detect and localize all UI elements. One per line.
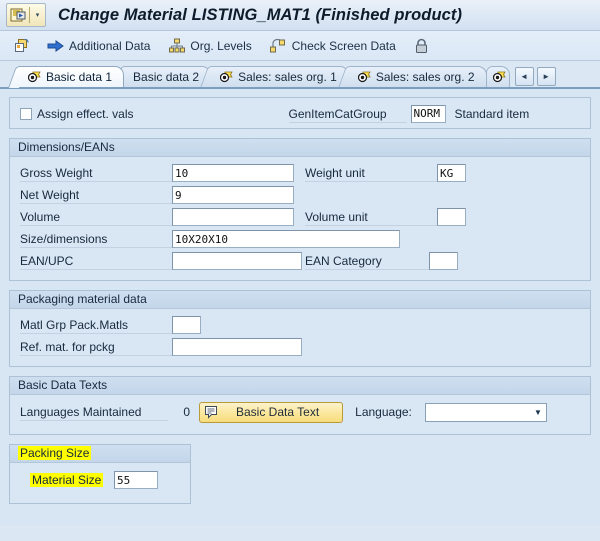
ref-mat-for-pckg-input[interactable] <box>172 338 302 356</box>
sap-menu-icon <box>8 6 28 24</box>
row-size-dimensions: Size/dimensions <box>20 228 580 250</box>
ean-upc-label: EAN/UPC <box>20 252 172 270</box>
title-bar: ▾ Change Material LISTING_MAT1 (Finished… <box>0 0 600 31</box>
panel-packing-size: Packing Size Material Size <box>9 444 191 504</box>
toolbar-label-additional-data: Additional Data <box>69 38 151 53</box>
toolbar-item-org-levels[interactable]: Org. Levels <box>162 33 257 59</box>
material-size-input[interactable] <box>114 471 158 489</box>
languages-maintained-label: Languages Maintained <box>20 403 168 421</box>
tab-label-sales-sales-org-2: Sales: sales org. 2 <box>375 70 475 84</box>
lock-icon <box>413 37 430 54</box>
tab-basic-data-2[interactable]: Basic data 2 <box>123 66 212 87</box>
weight-unit-input[interactable] <box>437 164 466 182</box>
tab-scroll-controls: ◄ ► <box>514 67 556 87</box>
system-menu-divider <box>29 7 30 23</box>
toolbar-label-org-levels: Org. Levels <box>190 38 252 53</box>
row-ref-mat-for-pckg: Ref. mat. for pckg <box>20 336 580 358</box>
volume-input[interactable] <box>172 208 294 226</box>
system-menu-button[interactable]: ▾ <box>6 3 46 27</box>
size-dimensions-label: Size/dimensions <box>20 230 172 248</box>
row-material-size: Material Size <box>20 469 180 491</box>
row-net-weight: Net Weight <box>20 184 580 206</box>
panel-basic-data-texts: Basic Data Texts Languages Maintained 0 … <box>9 376 591 435</box>
tab-sales-sales-org-2[interactable]: Sales: sales org. 2 <box>347 66 487 87</box>
ean-category-label: EAN Category <box>305 252 429 270</box>
panel-title-dimensions-eans: Dimensions/EANs <box>10 139 590 157</box>
tab-next-partial[interactable] <box>485 66 510 87</box>
toolbar-item-check-screen-data[interactable]: Check Screen Data <box>264 33 402 59</box>
pencil-tab-icon <box>220 71 234 84</box>
row-volume: Volume Volume unit <box>20 206 580 228</box>
gen-item-cat-group-input[interactable] <box>410 104 446 123</box>
pencil-tab-icon <box>28 71 42 84</box>
material-size-label-highlight: Material Size <box>30 473 104 487</box>
panel-title-basic-data-texts: Basic Data Texts <box>10 377 590 395</box>
gen-item-cat-group-text: Standard item <box>454 106 530 121</box>
panel-title-packing-size: Packing Size <box>10 445 190 463</box>
assign-effect-vals-checkbox[interactable] <box>20 107 32 120</box>
panel-body-dimensions-eans: Gross Weight Weight unit Net Weight Volu… <box>10 157 590 280</box>
material-size-label: Material Size <box>20 471 114 489</box>
panel-body-basic-data-texts: Languages Maintained 0 Basic Data Text L… <box>10 395 590 434</box>
panel-body-packing-size: Material Size <box>10 463 190 503</box>
panel-title-packaging-material-data: Packaging material data <box>10 291 590 309</box>
pencil-tab-icon <box>492 71 507 84</box>
arrow-right-icon <box>47 37 64 54</box>
panel-body-packaging-material-data: Matl Grp Pack.Matls Ref. mat. for pckg <box>10 309 590 366</box>
weight-unit-label: Weight unit <box>305 164 437 182</box>
org-levels-icon <box>168 37 185 54</box>
tab-label-basic-data-2: Basic data 2 <box>133 70 200 84</box>
panel-general: Assign effect. vals GenItemCatGroup Stan… <box>9 97 591 129</box>
language-dropdown[interactable]: ▼ <box>424 402 547 422</box>
panel-dimensions-eans: Dimensions/EANs Gross Weight Weight unit… <box>9 138 591 281</box>
volume-label: Volume <box>20 208 172 226</box>
toolbar-label-check-screen-data: Check Screen Data <box>291 38 396 53</box>
chevron-down-icon[interactable]: ▾ <box>31 6 44 24</box>
row-languages-maintained: Languages Maintained 0 Basic Data Text L… <box>20 400 580 424</box>
row-matl-grp-pack-matls: Matl Grp Pack.Matls <box>20 314 580 336</box>
matl-grp-pack-matls-input[interactable] <box>172 316 201 334</box>
form-content: Assign effect. vals GenItemCatGroup Stan… <box>0 87 600 525</box>
toolbar-lock-button[interactable] <box>408 33 435 59</box>
tab-strip: Basic data 1 Basic data 2 Sales: sales o… <box>0 65 600 87</box>
language-label: Language: <box>355 405 412 419</box>
volume-unit-label: Volume unit <box>305 208 437 226</box>
toolbar-copy-button[interactable] <box>8 33 35 59</box>
chevron-down-icon[interactable]: ▼ <box>534 408 542 417</box>
languages-maintained-value: 0 <box>183 405 190 419</box>
toolbar-item-additional-data[interactable]: Additional Data <box>41 33 156 59</box>
check-screen-icon <box>270 37 287 54</box>
tab-scroll-left-button[interactable]: ◄ <box>514 67 534 86</box>
row-ean-upc: EAN/UPC EAN Category <box>20 250 580 272</box>
basic-data-text-button-label: Basic Data Text <box>236 405 320 419</box>
basic-data-text-button[interactable]: Basic Data Text <box>199 401 344 423</box>
size-dimensions-input[interactable] <box>172 230 400 248</box>
tab-sales-sales-org-1[interactable]: Sales: sales org. 1 <box>210 66 349 87</box>
gross-weight-label: Gross Weight <box>20 164 172 182</box>
panel-packaging-material-data: Packaging material data Matl Grp Pack.Ma… <box>9 290 591 367</box>
net-weight-input[interactable] <box>172 186 294 204</box>
page-title: Change Material LISTING_MAT1 (Finished p… <box>58 5 463 24</box>
toolbar: Additional Data Org. Levels Check Screen… <box>0 31 600 61</box>
tab-scroll-right-button[interactable]: ► <box>536 67 556 86</box>
net-weight-label: Net Weight <box>20 186 172 204</box>
tab-basic-data-1[interactable]: Basic data 1 <box>18 66 125 87</box>
matl-grp-pack-matls-label: Matl Grp Pack.Matls <box>20 316 172 334</box>
ref-mat-for-pckg-label: Ref. mat. for pckg <box>20 338 172 356</box>
volume-unit-input[interactable] <box>437 208 466 226</box>
ean-upc-input[interactable] <box>172 252 302 270</box>
tab-label-sales-sales-org-1: Sales: sales org. 1 <box>238 70 337 84</box>
note-icon <box>203 404 220 421</box>
ean-category-input[interactable] <box>429 252 458 270</box>
gross-weight-input[interactable] <box>172 164 294 182</box>
assign-effect-vals-label: Assign effect. vals <box>37 106 134 121</box>
row-gross-weight: Gross Weight Weight unit <box>20 162 580 184</box>
gen-item-cat-group-label: GenItemCatGroup <box>288 105 407 123</box>
pencil-tab-icon <box>357 71 372 84</box>
tab-label-basic-data-1: Basic data 1 <box>46 70 113 84</box>
packing-size-title-highlight: Packing Size <box>18 446 92 460</box>
copy-icon <box>13 37 30 54</box>
